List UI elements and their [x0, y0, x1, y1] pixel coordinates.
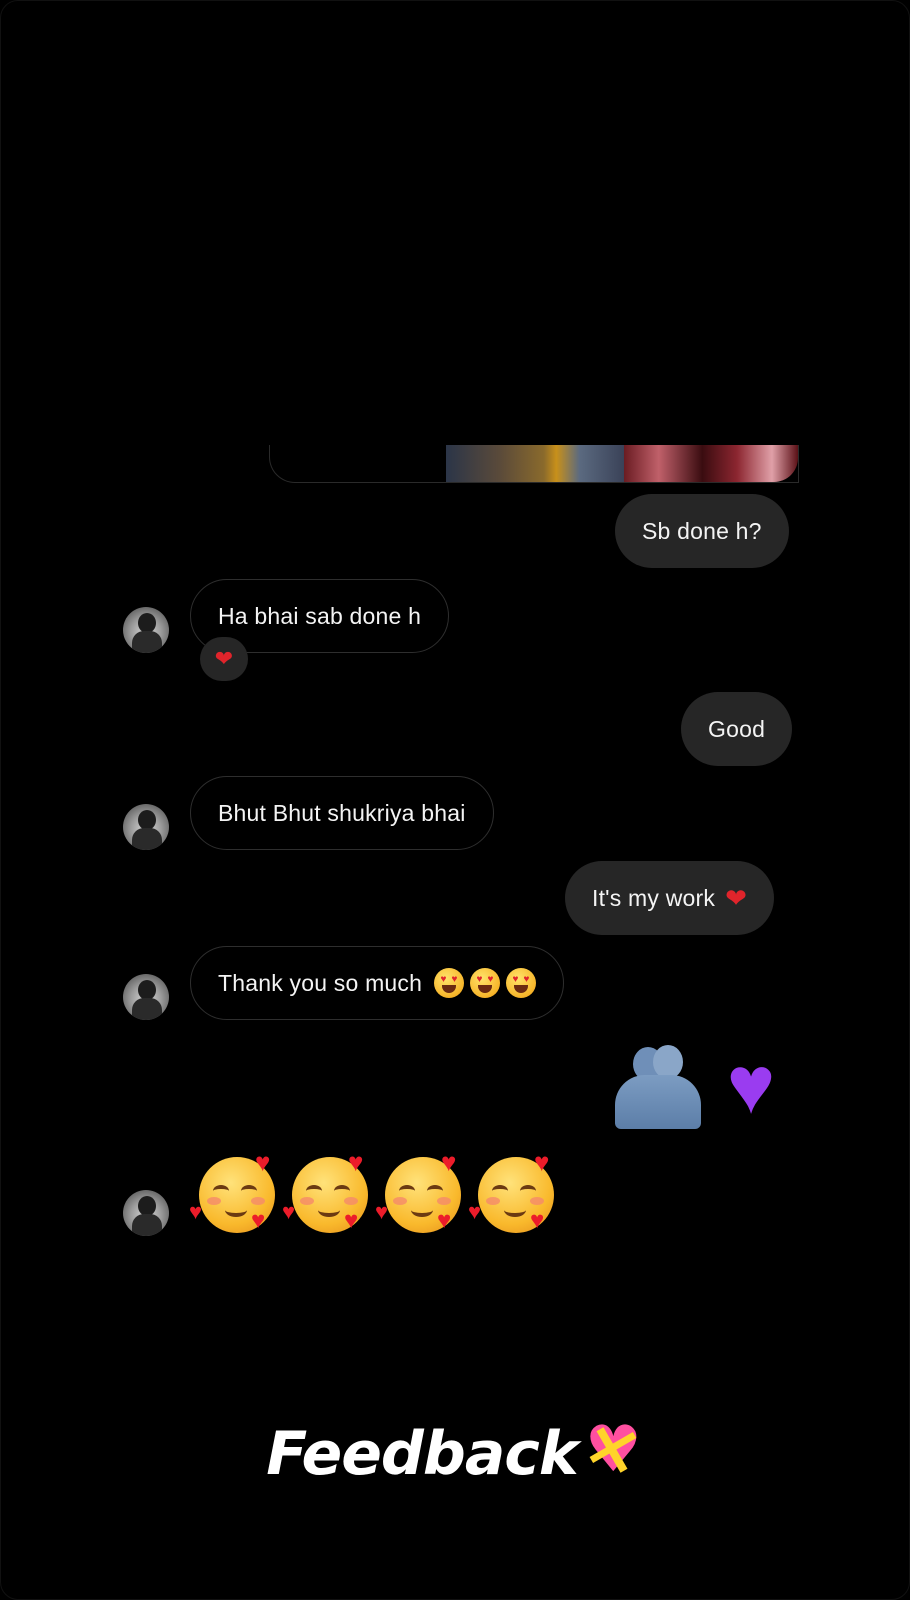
avatar-body — [132, 1214, 162, 1236]
avatar[interactable] — [123, 1190, 169, 1236]
incoming-message[interactable]: Thank you so much ♥ ♥ ♥ ♥ ♥ ♥ — [190, 946, 565, 1020]
people-hugging-icon[interactable] — [613, 1045, 703, 1131]
shared-media-message[interactable] — [269, 445, 799, 483]
avatar-head — [138, 613, 156, 633]
feedback-caption: Feedback♥ — [1, 1418, 910, 1489]
heart-eyes-face-icon: ♥ ♥ — [506, 968, 537, 998]
media-thumbnail[interactable] — [624, 445, 798, 482]
message-text: Thank you so much — [218, 969, 423, 996]
message-text: Bhut Bhut shukriya bhai — [218, 799, 466, 826]
smiling-face-with-hearts-icon[interactable]: ♥ ♥ ♥ — [468, 1149, 558, 1235]
message-text: Good — [708, 715, 766, 742]
message-text: It's my work — [592, 884, 716, 911]
outgoing-message[interactable]: Sb done h? — [615, 494, 789, 568]
avatar-body — [132, 998, 162, 1020]
outgoing-message[interactable]: It's my work ❤ — [565, 861, 775, 935]
caption-text: Feedback — [266, 1419, 579, 1489]
smiling-face-with-hearts-icon[interactable]: ♥ ♥ ♥ — [189, 1149, 279, 1235]
smiling-face-with-hearts-icon[interactable]: ♥ ♥ ♥ — [282, 1149, 372, 1235]
avatar-head — [138, 1196, 156, 1216]
message-text: Ha bhai sab done h — [218, 602, 422, 629]
chat-screen: Sb done h? Ha bhai sab done h ❤ Good Bhu… — [0, 0, 910, 1600]
incoming-message[interactable]: Bhut Bhut shukriya bhai — [190, 776, 494, 850]
smiling-face-with-hearts-icon[interactable]: ♥ ♥ ♥ — [375, 1149, 465, 1235]
avatar[interactable] — [123, 804, 169, 850]
avatar-body — [132, 631, 162, 653]
heart-with-ribbon-icon: ♥ — [580, 1418, 646, 1482]
red-heart-icon: ❤ — [725, 882, 748, 913]
media-thumbnail[interactable] — [446, 445, 624, 482]
avatar[interactable] — [123, 974, 169, 1020]
outgoing-message[interactable]: Good — [681, 692, 793, 766]
heart-reaction-icon[interactable]: ❤ — [200, 637, 248, 681]
heart-eyes-face-icon: ♥ ♥ — [434, 968, 465, 998]
media-preview-strip[interactable] — [446, 445, 798, 482]
purple-heart-icon[interactable]: ♥ — [706, 1043, 796, 1129]
avatar[interactable] — [123, 607, 169, 653]
message-text: Sb done h? — [642, 517, 762, 544]
heart-eyes-face-icon: ♥ ♥ — [470, 968, 501, 998]
avatar-head — [138, 810, 156, 830]
avatar-head — [138, 980, 156, 1000]
avatar-body — [132, 828, 162, 850]
